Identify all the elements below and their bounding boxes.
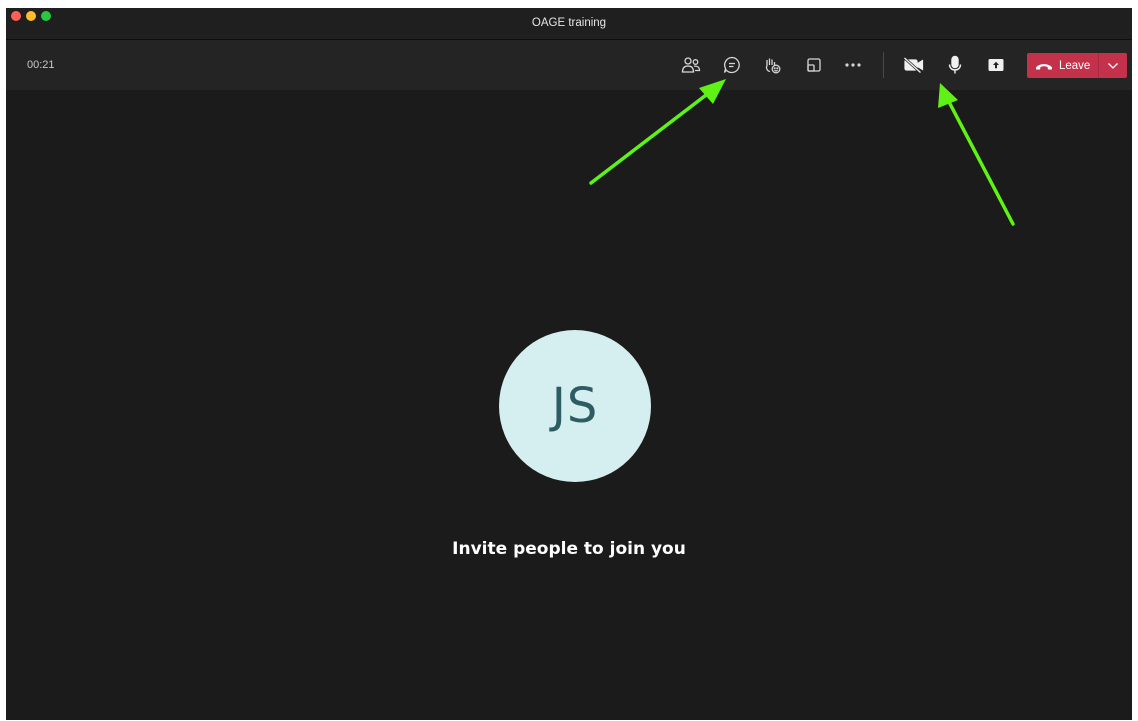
camera-toggle-button[interactable]: [901, 52, 927, 78]
avatar: JS: [499, 330, 651, 482]
raise-hand-icon: [765, 58, 781, 74]
microphone-icon: [948, 55, 962, 74]
title-bar: OAGE training: [6, 8, 1132, 40]
share-screen-icon: [988, 59, 1004, 71]
meeting-window: OAGE training 00:21 Leave JS Invite peop…: [6, 8, 1132, 720]
hang-up-icon: [1036, 63, 1052, 69]
more-actions-button[interactable]: [840, 52, 866, 78]
meeting-toolbar: 00:21 Leave: [6, 40, 1132, 90]
chevron-down-icon: [1108, 62, 1118, 69]
invite-message: Invite people to join you: [452, 539, 686, 559]
reactions-button[interactable]: [759, 52, 785, 78]
avatar-initials: JS: [551, 378, 599, 434]
toolbar-divider: [883, 52, 884, 78]
microphone-button[interactable]: [942, 52, 968, 78]
leave-label: Leave: [1059, 59, 1091, 72]
leave-button[interactable]: Leave: [1027, 53, 1127, 78]
window-title: OAGE training: [531, 17, 607, 29]
participants-button[interactable]: [678, 52, 704, 78]
meeting-stage: JS Invite people to join you: [6, 90, 1132, 720]
breakout-rooms-icon: [807, 58, 821, 72]
people-icon: [681, 57, 701, 73]
rooms-button[interactable]: [801, 52, 827, 78]
share-screen-button[interactable]: [983, 52, 1009, 78]
more-actions-icon: [845, 63, 861, 67]
chat-button[interactable]: [719, 52, 745, 78]
leave-main[interactable]: Leave: [1027, 53, 1098, 78]
leave-options-button[interactable]: [1099, 53, 1127, 78]
camera-off-icon: [903, 56, 924, 74]
chat-icon: [723, 56, 740, 74]
meeting-timer: 00:21: [27, 59, 55, 71]
